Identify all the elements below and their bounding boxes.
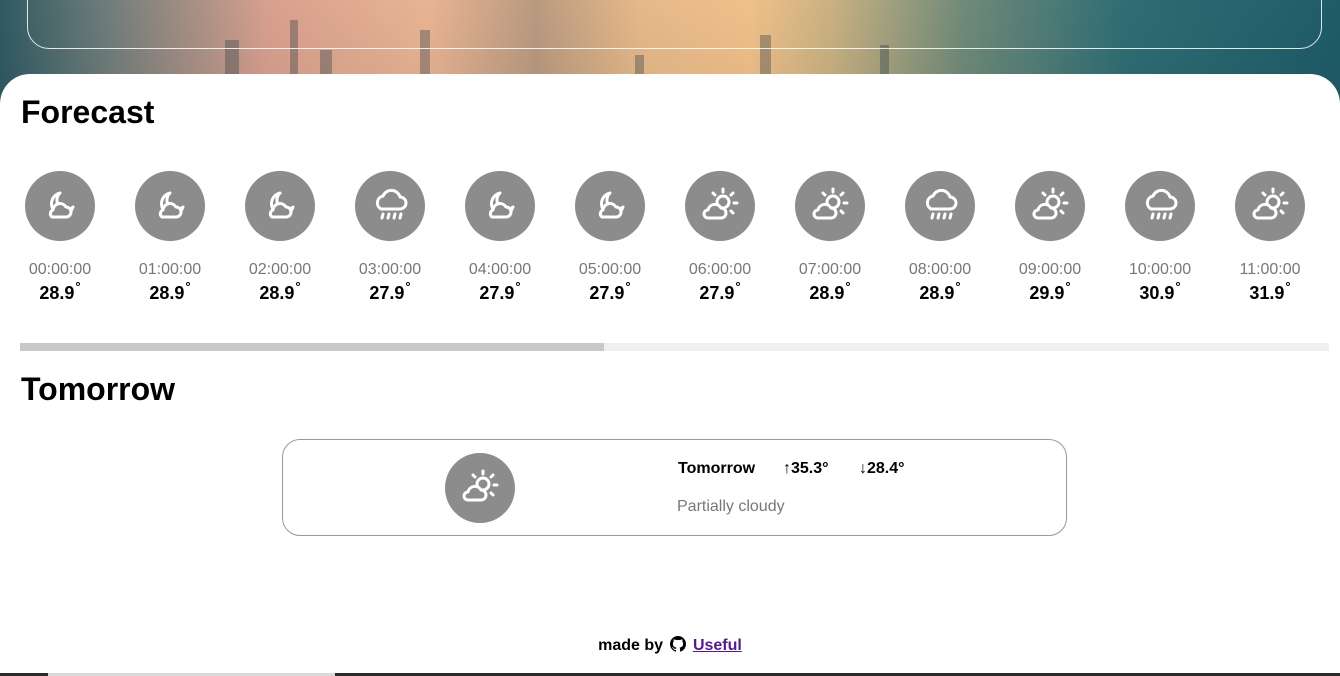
hour-temp: 27.9° (560, 279, 660, 304)
hour-temp-value: 28.9 (809, 283, 845, 303)
hour-time: 03:00:00 (358, 261, 422, 278)
hour-temp-value: 27.9 (369, 283, 405, 303)
sun-cloud-icon (1235, 171, 1305, 241)
hour-temp-value: 28.9 (919, 283, 955, 303)
degree-symbol: ° (1175, 279, 1181, 294)
hour-item: 11:00:00 31.9° (1235, 171, 1335, 303)
hour-time: 08:00:00 (908, 261, 972, 278)
hour-temp-value: 28.9 (39, 283, 75, 303)
sun-cloud-icon (445, 453, 515, 523)
hour-time: 00:00:00 (28, 261, 92, 278)
hour-time: 09:00:00 (1018, 261, 1082, 278)
degree-symbol: ° (955, 279, 961, 294)
hour-temp: 31.9° (1220, 279, 1320, 304)
degree-symbol: ° (515, 279, 521, 294)
moon-cloud-icon (575, 171, 645, 241)
tomorrow-day-label: Tomorrow (678, 460, 756, 477)
hour-item: 08:00:00 28.9° (905, 171, 1005, 303)
hour-item: 05:00:00 27.9° (575, 171, 675, 303)
hour-time: 06:00:00 (688, 261, 752, 278)
useful-link[interactable]: Useful (693, 637, 742, 654)
scrollbar-thumb[interactable] (20, 343, 604, 351)
moon-cloud-icon (25, 171, 95, 241)
hour-time: 10:00:00 (1128, 261, 1192, 278)
hour-item: 04:00:00 27.9° (465, 171, 565, 303)
made-by-label: made by (598, 637, 664, 654)
sun-cloud-icon (685, 171, 755, 241)
tomorrow-card: Tomorrow ↑35.3° ↓28.4° Partially cloudy (282, 439, 1067, 536)
degree-symbol: ° (845, 279, 851, 294)
hour-time: 05:00:00 (578, 261, 642, 278)
tomorrow-description: Partially cloudy (677, 498, 785, 515)
hour-temp: 27.9° (670, 279, 770, 304)
degree-symbol: ° (405, 279, 411, 294)
sun-cloud-icon (795, 171, 865, 241)
hour-temp: 30.9° (1110, 279, 1210, 304)
hour-temp: 29.9° (1000, 279, 1100, 304)
hour-time: 04:00:00 (468, 261, 532, 278)
hour-item: 07:00:00 28.9° (795, 171, 895, 303)
hour-temp: 27.9° (340, 279, 440, 304)
hourly-forecast-list[interactable]: 00:00:00 28.9° 01:00:00 28.9° 02:00:00 28.9° 0… (25, 171, 1325, 311)
hour-temp-value: 27.9 (589, 283, 625, 303)
hour-item: 10:00:00 30.9° (1125, 171, 1225, 303)
hour-time: 07:00:00 (798, 261, 862, 278)
degree-symbol: ° (735, 279, 741, 294)
degree-symbol: ° (1285, 279, 1291, 294)
hour-temp: 28.9° (120, 279, 220, 304)
hour-item: 01:00:00 28.9° (135, 171, 235, 303)
hour-item: 06:00:00 27.9° (685, 171, 785, 303)
forecast-title: Forecast (21, 94, 155, 130)
hour-temp-value: 28.9 (259, 283, 295, 303)
hour-temp: 28.9° (780, 279, 880, 304)
hour-item: 03:00:00 27.9° (355, 171, 455, 303)
degree-symbol: ° (295, 279, 301, 294)
hour-item: 02:00:00 28.9° (245, 171, 345, 303)
hour-temp-value: 30.9 (1139, 283, 1175, 303)
degree-symbol: ° (625, 279, 631, 294)
moon-cloud-icon (245, 171, 315, 241)
hour-item: 00:00:00 28.9° (25, 171, 125, 303)
rain-cloud-icon (1125, 171, 1195, 241)
hour-temp: 27.9° (450, 279, 550, 304)
moon-cloud-icon (465, 171, 535, 241)
hour-temp-value: 28.9 (149, 283, 185, 303)
rain-cloud-icon (355, 171, 425, 241)
rain-cloud-icon (905, 171, 975, 241)
hour-time: 01:00:00 (138, 261, 202, 278)
content-panel (0, 74, 1340, 676)
tomorrow-high-temp: ↑35.3° (783, 460, 829, 477)
hour-temp: 28.9° (10, 279, 110, 304)
tomorrow-title: Tomorrow (21, 371, 176, 407)
hour-temp-value: 29.9 (1029, 283, 1065, 303)
degree-symbol: ° (1065, 279, 1071, 294)
hero-card (27, 0, 1322, 49)
tomorrow-low-temp: ↓28.4° (859, 460, 905, 477)
hour-time: 02:00:00 (248, 261, 312, 278)
degree-symbol: ° (185, 279, 191, 294)
hour-temp-value: 27.9 (479, 283, 515, 303)
hour-time: 11:00:00 (1239, 261, 1301, 278)
hour-temp-value: 27.9 (699, 283, 735, 303)
hour-item: 09:00:00 29.9° (1015, 171, 1115, 303)
forecast-scrollbar[interactable] (20, 343, 1329, 351)
footer: made by Useful (0, 636, 1340, 655)
hour-temp-value: 31.9 (1249, 283, 1285, 303)
github-icon (669, 636, 686, 652)
moon-cloud-icon (135, 171, 205, 241)
degree-symbol: ° (75, 279, 81, 294)
hour-temp: 28.9° (230, 279, 330, 304)
hour-temp: 28.9° (890, 279, 990, 304)
sun-cloud-icon (1015, 171, 1085, 241)
